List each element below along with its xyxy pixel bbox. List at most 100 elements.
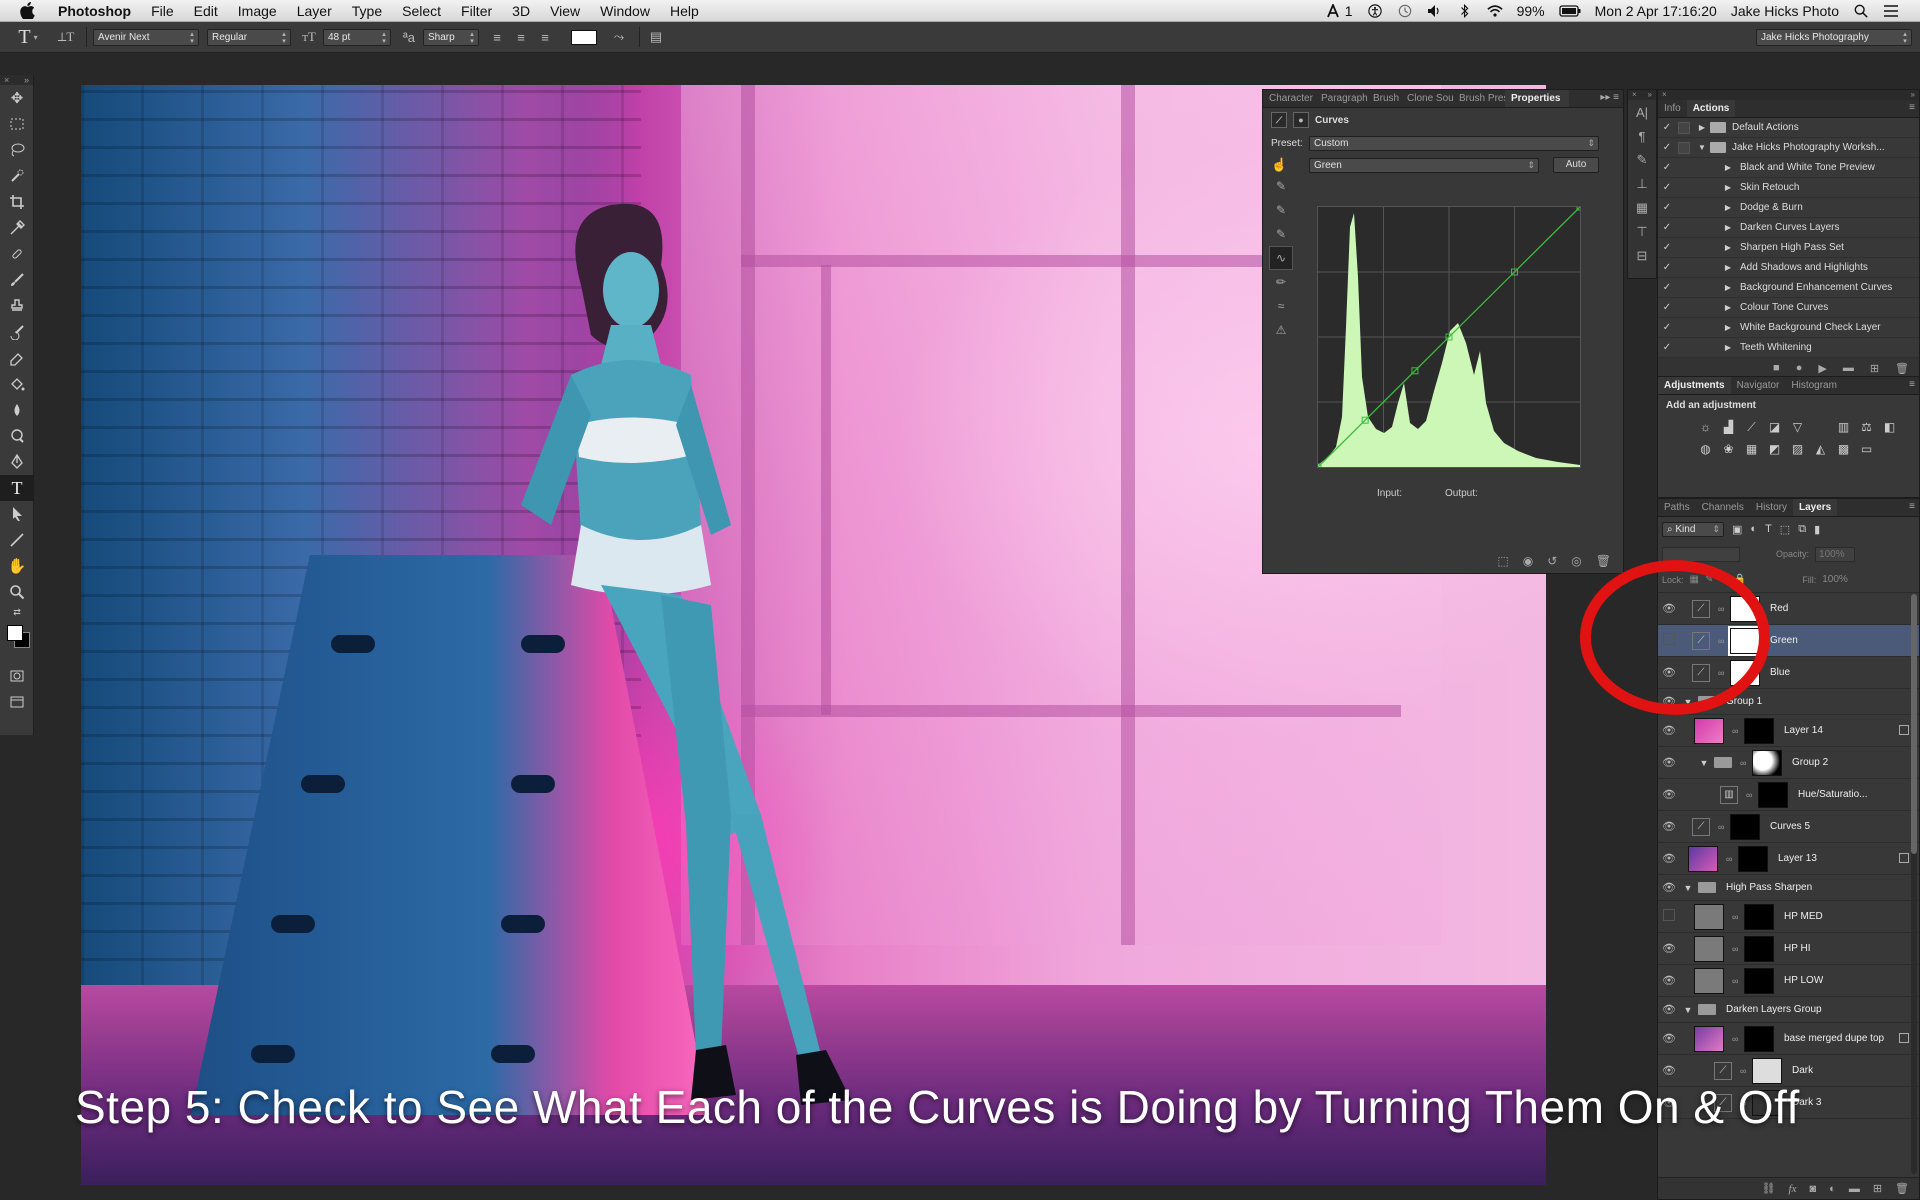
menu-edit[interactable]: Edit: [184, 0, 228, 22]
layer-name[interactable]: Darken Layers Group: [1726, 1004, 1822, 1015]
action-check-icon[interactable]: ✓: [1658, 162, 1676, 173]
stop-recording-icon[interactable]: ■: [1773, 362, 1780, 374]
tools-close-icon[interactable]: ×: [4, 75, 9, 85]
crop-tool-icon[interactable]: [0, 189, 34, 215]
curves-layer-icon[interactable]: ⟋: [1714, 1061, 1732, 1080]
foreground-color-swatch[interactable]: [7, 625, 23, 641]
layer-mask-thumbnail[interactable]: [1730, 813, 1760, 840]
layer-mask-thumbnail[interactable]: [1744, 903, 1774, 930]
fill-field[interactable]: 100%: [1822, 574, 1848, 585]
tool-presets-panel-icon[interactable]: ⊤: [1628, 220, 1656, 244]
photo-filter-icon[interactable]: ◍: [1694, 438, 1717, 460]
dialog-toggle-icon[interactable]: [1678, 121, 1690, 134]
tab-layers[interactable]: Layers: [1792, 499, 1838, 516]
panel-menu-icon[interactable]: ▸▸ ≡: [1600, 92, 1619, 103]
type-layer-filter-icon[interactable]: T: [1765, 523, 1772, 535]
layer-mask-thumbnail[interactable]: [1752, 749, 1782, 776]
spotlight-icon[interactable]: [1846, 4, 1876, 18]
strip-expand-icon[interactable]: »: [1648, 90, 1652, 100]
panel-menu-icon[interactable]: ≡: [1909, 379, 1915, 390]
color-lookup-icon[interactable]: ▦: [1740, 438, 1763, 460]
blur-tool-icon[interactable]: [0, 397, 34, 423]
adjustment-layer-filter-icon[interactable]: ◐: [1750, 523, 1757, 535]
layer-name[interactable]: Layer 14: [1784, 725, 1823, 736]
group-disclosure-icon[interactable]: ▼: [1682, 1005, 1694, 1015]
layer-mask-thumbnail[interactable]: [1744, 717, 1774, 744]
layer-row[interactable]: 👁 ▼ ∞ Group 2: [1658, 747, 1919, 779]
tab-histogram[interactable]: Histogram: [1785, 377, 1843, 394]
layer-thumbnail[interactable]: [1694, 935, 1724, 962]
action-item[interactable]: ✓ ▶ White Background Check Layer: [1658, 318, 1919, 338]
action-check-icon[interactable]: ✓: [1658, 242, 1676, 253]
pen-tool-icon[interactable]: [0, 449, 34, 475]
curves-graph[interactable]: [1314, 203, 1584, 471]
layer-mask-thumbnail[interactable]: [1744, 935, 1774, 962]
dock-collapse-icon[interactable]: »: [1911, 90, 1915, 100]
layer-thumbnail[interactable]: [1694, 1025, 1724, 1052]
battery-icon[interactable]: [1552, 4, 1588, 18]
brightness-contrast-icon[interactable]: ☼: [1694, 416, 1717, 438]
panel-menu-icon[interactable]: ≡: [1909, 501, 1915, 512]
group-disclosure-icon[interactable]: ▼: [1682, 883, 1694, 893]
action-item[interactable]: ✓ ▶ Background Enhancement Curves: [1658, 278, 1919, 298]
visibility-eye-icon[interactable]: 👁: [1658, 852, 1680, 865]
path-selection-tool-icon[interactable]: [0, 501, 34, 527]
time-machine-icon[interactable]: [1390, 4, 1420, 18]
layer-name[interactable]: base merged dupe top: [1784, 1033, 1884, 1044]
tab-clone-source[interactable]: Clone Source: [1401, 90, 1453, 107]
delete-layer-icon[interactable]: 🗑: [1895, 1182, 1909, 1195]
opacity-field[interactable]: 100%: [1815, 546, 1856, 562]
menu-file[interactable]: File: [141, 0, 184, 22]
view-previous-icon[interactable]: ◉: [1523, 554, 1533, 568]
clock[interactable]: Mon 2 Apr 17:16:20: [1588, 3, 1724, 19]
font-size-select[interactable]: 48 pt: [323, 28, 391, 46]
mask-link-icon[interactable]: ∞: [1732, 976, 1740, 986]
keyboard-input-icon[interactable]: 1: [1319, 3, 1360, 19]
action-item[interactable]: ✓ ▶ Colour Tone Curves: [1658, 298, 1919, 318]
menu-type[interactable]: Type: [342, 0, 392, 22]
curves-graph-svg[interactable]: [1314, 203, 1584, 471]
action-item[interactable]: ✓ ▶ Add Shadows and Highlights: [1658, 258, 1919, 278]
marquee-tool-icon[interactable]: [0, 111, 34, 137]
apple-icon[interactable]: [16, 0, 38, 22]
tab-channels[interactable]: Channels: [1696, 499, 1750, 516]
menu-filter[interactable]: Filter: [451, 0, 502, 22]
color-swatches[interactable]: [0, 619, 34, 663]
visibility-eye-icon[interactable]: 👁: [1658, 756, 1680, 769]
layer-name[interactable]: HP HI: [1784, 943, 1811, 954]
action-item[interactable]: ✓ ▼ Jake Hicks Photography Worksh...: [1658, 138, 1919, 158]
action-item[interactable]: ✓ ▶ Skin Retouch: [1658, 178, 1919, 198]
hue-saturation-layer-icon[interactable]: ▥: [1720, 785, 1738, 804]
visibility-eye-icon[interactable]: 👁: [1658, 1032, 1680, 1045]
layer-thumbnail[interactable]: [1694, 903, 1724, 930]
action-check-icon[interactable]: ✓: [1658, 262, 1676, 273]
tab-character[interactable]: Character: [1263, 90, 1315, 107]
color-balance-icon[interactable]: ⚖: [1855, 416, 1878, 438]
visibility-eye-icon[interactable]: 👁: [1658, 724, 1680, 737]
white-point-eyedropper-icon[interactable]: ✎: [1269, 222, 1293, 246]
type-tool-icon[interactable]: T: [0, 475, 34, 501]
warp-text-icon[interactable]: ⤳: [609, 27, 629, 47]
menu-window[interactable]: Window: [590, 0, 660, 22]
clip-to-layer-icon[interactable]: ⬚: [1497, 554, 1508, 568]
channel-select[interactable]: Green: [1309, 157, 1539, 173]
action-check-icon[interactable]: ✓: [1658, 142, 1676, 153]
clipping-warning-icon[interactable]: ⚠: [1269, 318, 1293, 342]
action-check-icon[interactable]: ✓: [1658, 342, 1676, 353]
action-item[interactable]: ✓ ▶ Black and White Tone Preview: [1658, 158, 1919, 178]
group-disclosure-icon[interactable]: ▼: [1698, 758, 1710, 768]
record-icon[interactable]: ●: [1796, 362, 1803, 374]
layer-name[interactable]: Layer 13: [1778, 853, 1817, 864]
eraser-tool-icon[interactable]: [0, 345, 34, 371]
new-group-icon[interactable]: ▬: [1849, 1183, 1860, 1195]
tab-paragraph[interactable]: Paragraph: [1315, 90, 1367, 107]
character-panel-icon[interactable]: A|: [1628, 100, 1656, 124]
menu-layer[interactable]: Layer: [287, 0, 342, 22]
mask-link-icon[interactable]: ∞: [1732, 944, 1740, 954]
layer-mask-thumbnail[interactable]: [1758, 781, 1788, 808]
curve-pencil-tool-icon[interactable]: ✏: [1269, 270, 1293, 294]
exposure-icon[interactable]: ◪: [1763, 416, 1786, 438]
font-style-select[interactable]: Regular: [207, 28, 291, 46]
delete-adjustment-icon[interactable]: 🗑: [1596, 554, 1611, 568]
action-check-icon[interactable]: ✓: [1658, 322, 1676, 333]
